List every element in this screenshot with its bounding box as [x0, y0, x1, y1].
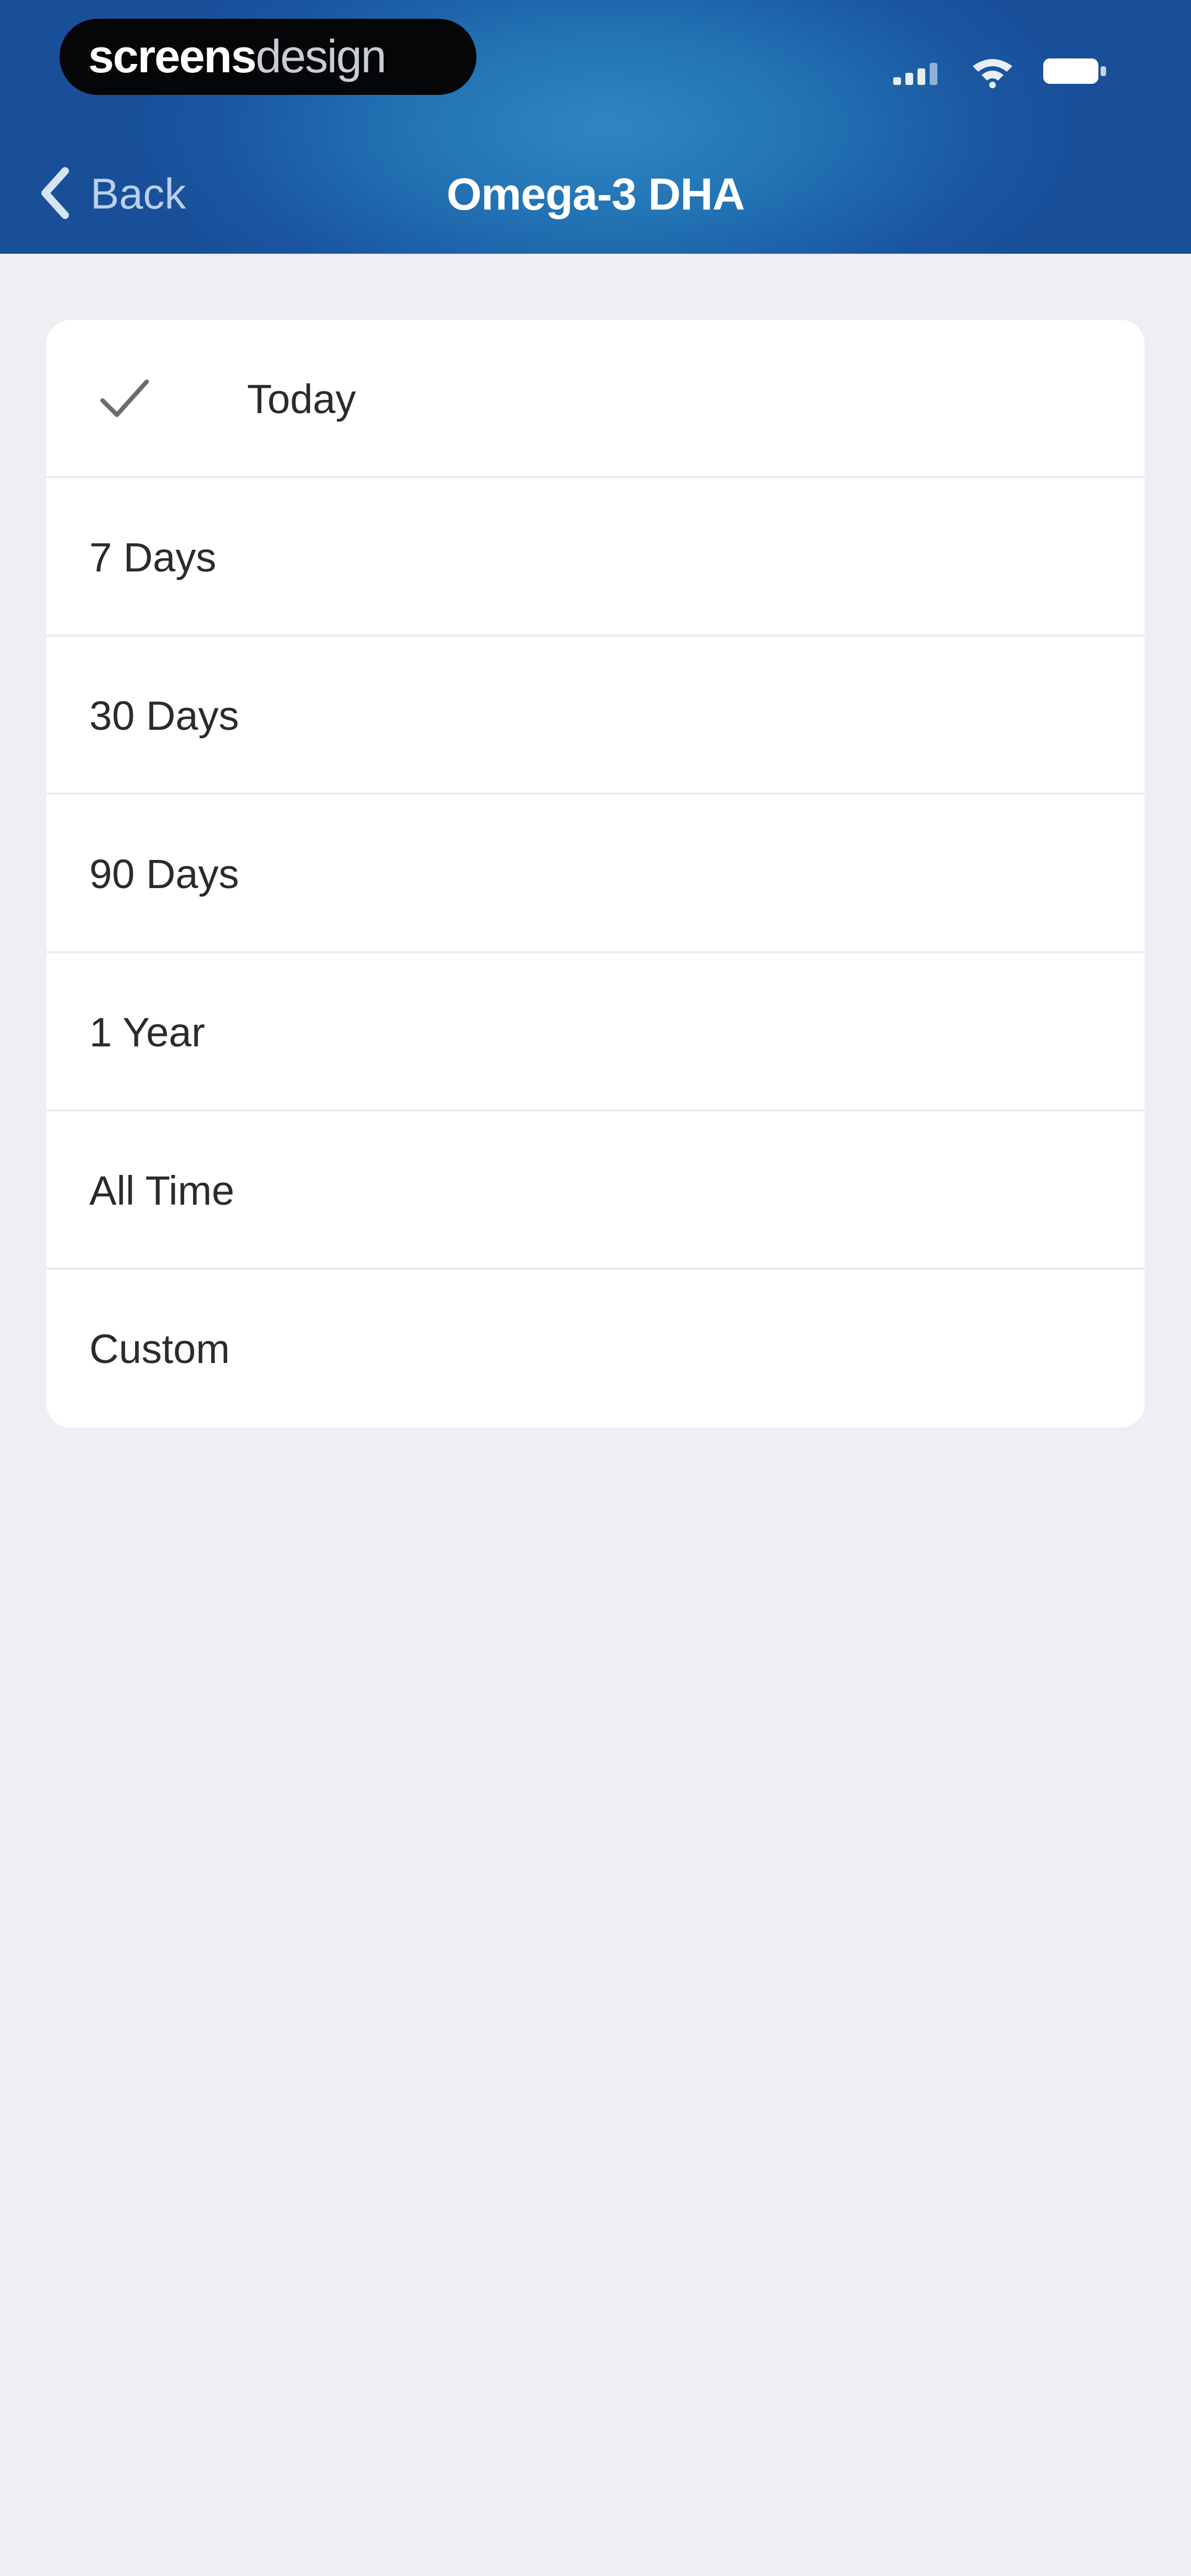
- list-item-label: Custom: [89, 1326, 230, 1372]
- list-item-label: 30 Days: [89, 693, 239, 739]
- date-range-list: Today 7 Days 30 Days 90 Days 1 Year All …: [46, 320, 1145, 1428]
- list-item-label: All Time: [89, 1168, 235, 1214]
- page-title: Omega-3 DHA: [446, 169, 745, 220]
- brand-watermark: screensdesign: [60, 19, 476, 95]
- signal-icon: [893, 63, 937, 85]
- list-item-30-days[interactable]: 30 Days: [46, 637, 1145, 795]
- navigation-header: screensdesign Back Omega-3 DHA: [0, 0, 1191, 254]
- brand-light-text: design: [255, 30, 387, 82]
- wifi-icon: [973, 59, 1012, 88]
- list-item-90-days[interactable]: 90 Days: [46, 795, 1145, 953]
- battery-icon: [1043, 58, 1106, 84]
- list-item-label: 7 Days: [89, 535, 217, 580]
- list-item-1-year[interactable]: 1 Year: [46, 953, 1145, 1111]
- checkmark-icon: [100, 380, 149, 417]
- screen: screensdesign Back Omega-3 DHA Today 7 D…: [0, 0, 1191, 2576]
- list-item-custom[interactable]: Custom: [46, 1270, 1145, 1428]
- list-item-label: 90 Days: [89, 851, 239, 897]
- list-item-today[interactable]: Today: [46, 320, 1145, 478]
- list-item-all-time[interactable]: All Time: [46, 1111, 1145, 1270]
- status-icons: [893, 53, 1108, 88]
- list-item-7-days[interactable]: 7 Days: [46, 478, 1145, 637]
- list-item-label: 1 Year: [89, 1009, 205, 1055]
- list-item-label: Today: [247, 376, 356, 422]
- brand-strong-text: screens: [88, 30, 257, 82]
- brand-logo-text: screensdesign: [88, 30, 387, 82]
